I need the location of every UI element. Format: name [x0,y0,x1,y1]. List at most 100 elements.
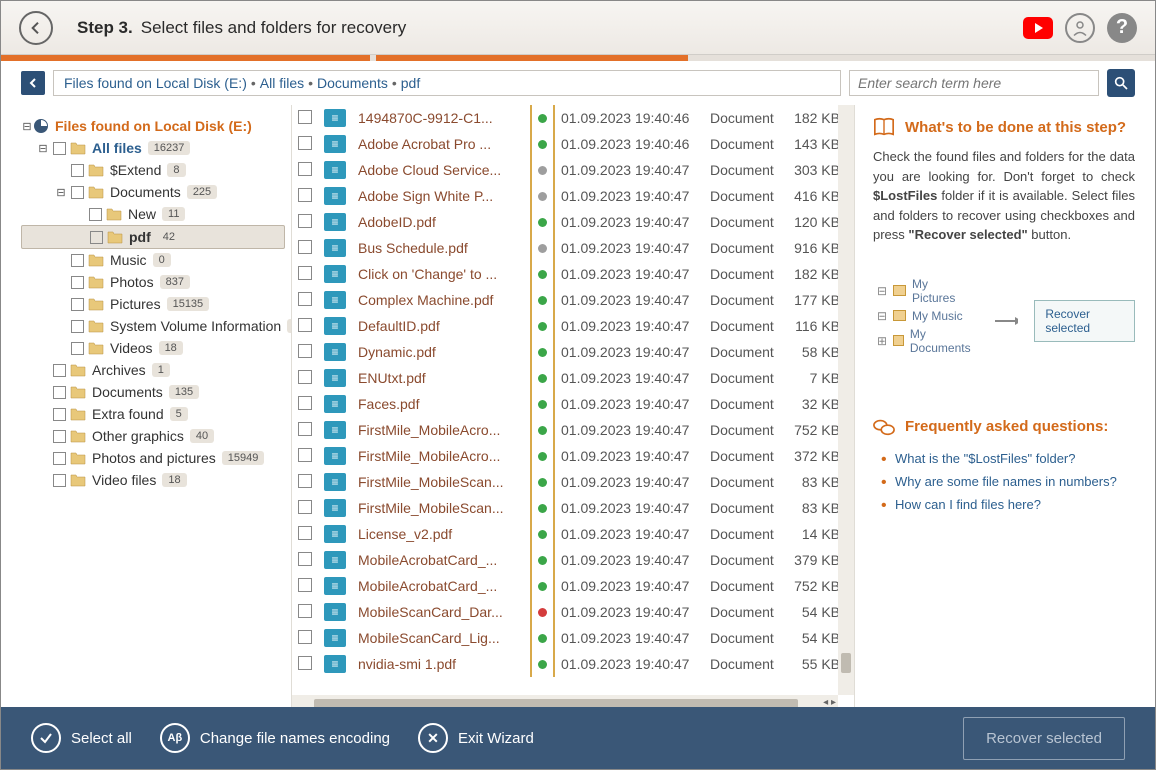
file-checkbox[interactable] [298,396,312,410]
file-type: Document [704,495,784,521]
status-dot [538,634,547,643]
file-date: 01.09.2023 19:40:47 [554,183,704,209]
tree-item[interactable]: ⊟Documents225 [21,181,285,203]
tree-item[interactable]: Photos and pictures15949 [21,447,285,469]
file-row[interactable]: AdobeID.pdf 01.09.2023 19:40:47 Document… [292,209,854,235]
file-date: 01.09.2023 19:40:46 [554,105,704,131]
tree-item[interactable]: $Extend8 [21,159,285,181]
youtube-icon[interactable] [1023,13,1053,43]
tree-item[interactable]: Photos837 [21,271,285,293]
back-button[interactable] [19,11,53,45]
file-checkbox[interactable] [298,500,312,514]
tree-item[interactable]: Other graphics40 [21,425,285,447]
file-checkbox[interactable] [298,474,312,488]
status-dot [538,504,547,513]
document-icon [324,395,346,413]
file-checkbox[interactable] [298,162,312,176]
document-icon [324,473,346,491]
file-type: Document [704,469,784,495]
book-icon [873,117,895,137]
tree-item[interactable]: Music0 [21,249,285,271]
file-checkbox[interactable] [298,344,312,358]
vertical-scrollbar[interactable] [838,105,854,695]
document-icon [324,629,346,647]
tree-root[interactable]: ⊟Files found on Local Disk (E:) [21,115,285,137]
file-row[interactable]: MobileAcrobatCard_... 01.09.2023 19:40:4… [292,573,854,599]
user-icon[interactable] [1065,13,1095,43]
file-row[interactable]: ENUtxt.pdf 01.09.2023 19:40:47 Document … [292,365,854,391]
tree-item[interactable]: Videos18 [21,337,285,359]
tree-item[interactable]: pdf42 [21,225,285,249]
file-row[interactable]: 1494870C-9912-C1... 01.09.2023 19:40:46 … [292,105,854,131]
file-row[interactable]: MobileScanCard_Lig... 01.09.2023 19:40:4… [292,625,854,651]
file-name: ENUtxt.pdf [352,365,531,391]
breadcrumb-back-button[interactable] [21,71,45,95]
file-row[interactable]: FirstMile_MobileScan... 01.09.2023 19:40… [292,469,854,495]
file-row[interactable]: Adobe Cloud Service... 01.09.2023 19:40:… [292,157,854,183]
file-checkbox[interactable] [298,214,312,228]
tree-item[interactable]: Pictures15135 [21,293,285,315]
status-dot [538,192,547,201]
file-row[interactable]: nvidia-smi 1.pdf 01.09.2023 19:40:47 Doc… [292,651,854,677]
file-checkbox[interactable] [298,370,312,384]
faq-item[interactable]: What is the "$LostFiles" folder? [873,447,1135,470]
breadcrumb[interactable]: Files found on Local Disk (E:)•All files… [53,70,841,96]
file-date: 01.09.2023 19:40:46 [554,131,704,157]
file-name: FirstMile_MobileScan... [352,469,531,495]
search-icon [1113,75,1129,91]
recover-selected-button[interactable]: Recover selected [963,717,1125,760]
hint-illustration: ⊟My Pictures ⊟My Music ⊞My Documents [873,265,979,367]
file-checkbox[interactable] [298,188,312,202]
exit-wizard-button[interactable]: ✕ Exit Wizard [418,723,534,753]
tree-item[interactable]: Extra found5 [21,403,285,425]
file-row[interactable]: MobileAcrobatCard_... 01.09.2023 19:40:4… [292,547,854,573]
file-row[interactable]: FirstMile_MobileScan... 01.09.2023 19:40… [292,495,854,521]
file-row[interactable]: FirstMile_MobileAcro... 01.09.2023 19:40… [292,443,854,469]
status-dot [538,478,547,487]
document-icon [324,317,346,335]
select-all-button[interactable]: Select all [31,723,132,753]
tree-all-files[interactable]: ⊟All files16237 [21,137,285,159]
file-row[interactable]: Dynamic.pdf 01.09.2023 19:40:47 Document… [292,339,854,365]
faq-item[interactable]: How can I find files here? [873,493,1135,516]
status-dot [538,556,547,565]
document-icon [324,525,346,543]
file-row[interactable]: Bus Schedule.pdf 01.09.2023 19:40:47 Doc… [292,235,854,261]
file-checkbox[interactable] [298,552,312,566]
tree-item[interactable]: Documents135 [21,381,285,403]
tree-item[interactable]: New11 [21,203,285,225]
file-row[interactable]: License_v2.pdf 01.09.2023 19:40:47 Docum… [292,521,854,547]
faq-item[interactable]: Why are some file names in numbers? [873,470,1135,493]
file-checkbox[interactable] [298,422,312,436]
file-checkbox[interactable] [298,110,312,124]
file-checkbox[interactable] [298,526,312,540]
change-encoding-button[interactable]: Aβ Change file names encoding [160,723,390,753]
tree-item[interactable]: Video files18 [21,469,285,491]
file-row[interactable]: Faces.pdf 01.09.2023 19:40:47 Document 3… [292,391,854,417]
file-row[interactable]: FirstMile_MobileAcro... 01.09.2023 19:40… [292,417,854,443]
search-input[interactable] [849,70,1099,96]
file-checkbox[interactable] [298,656,312,670]
file-checkbox[interactable] [298,318,312,332]
file-checkbox[interactable] [298,630,312,644]
search-button[interactable] [1107,69,1135,97]
file-checkbox[interactable] [298,136,312,150]
help-icon[interactable]: ? [1107,13,1137,43]
file-row[interactable]: Click on 'Change' to ... 01.09.2023 19:4… [292,261,854,287]
file-name: MobileScanCard_Dar... [352,599,531,625]
file-row[interactable]: MobileScanCard_Dar... 01.09.2023 19:40:4… [292,599,854,625]
file-checkbox[interactable] [298,292,312,306]
file-checkbox[interactable] [298,266,312,280]
tree-item[interactable]: System Volume Information2 [21,315,285,337]
file-row[interactable]: Adobe Acrobat Pro ... 01.09.2023 19:40:4… [292,131,854,157]
file-checkbox[interactable] [298,578,312,592]
file-checkbox[interactable] [298,448,312,462]
file-row[interactable]: Adobe Sign White P... 01.09.2023 19:40:4… [292,183,854,209]
file-checkbox[interactable] [298,604,312,618]
tree-item[interactable]: Archives1 [21,359,285,381]
status-dot [538,660,547,669]
file-checkbox[interactable] [298,240,312,254]
file-row[interactable]: Complex Machine.pdf 01.09.2023 19:40:47 … [292,287,854,313]
file-row[interactable]: DefaultID.pdf 01.09.2023 19:40:47 Docume… [292,313,854,339]
file-type: Document [704,391,784,417]
